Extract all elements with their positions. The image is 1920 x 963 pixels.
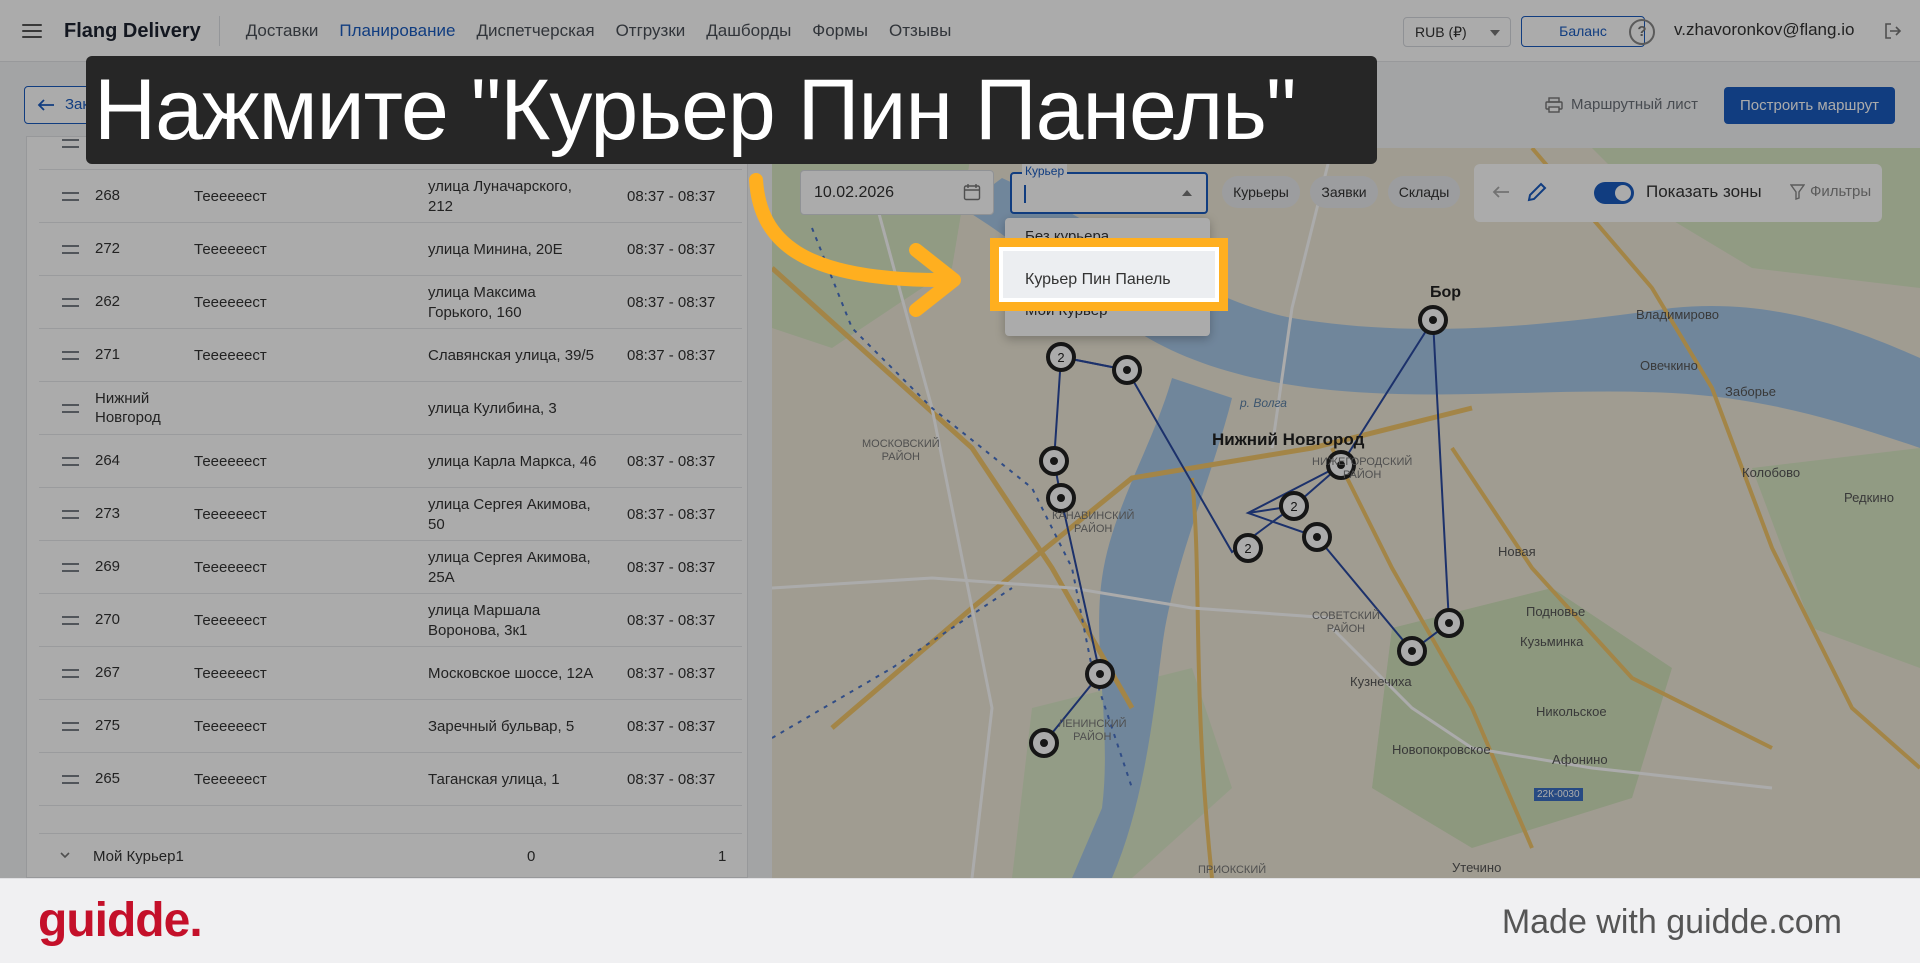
highlighted-dropdown-item[interactable]: Курьер Пин Панель — [990, 238, 1228, 311]
made-with-label[interactable]: Made with guidde.com — [1502, 903, 1842, 942]
guidde-logo[interactable]: guidde. — [38, 893, 203, 948]
tutorial-caption: Нажмите "Курьер Пин Панель" — [86, 56, 1377, 164]
curved-arrow-icon — [749, 173, 961, 317]
dropdown-item-courier-pin-panel[interactable]: Курьер Пин Панель — [1025, 271, 1171, 289]
footer: guidde. Made with guidde.com — [0, 878, 1920, 963]
